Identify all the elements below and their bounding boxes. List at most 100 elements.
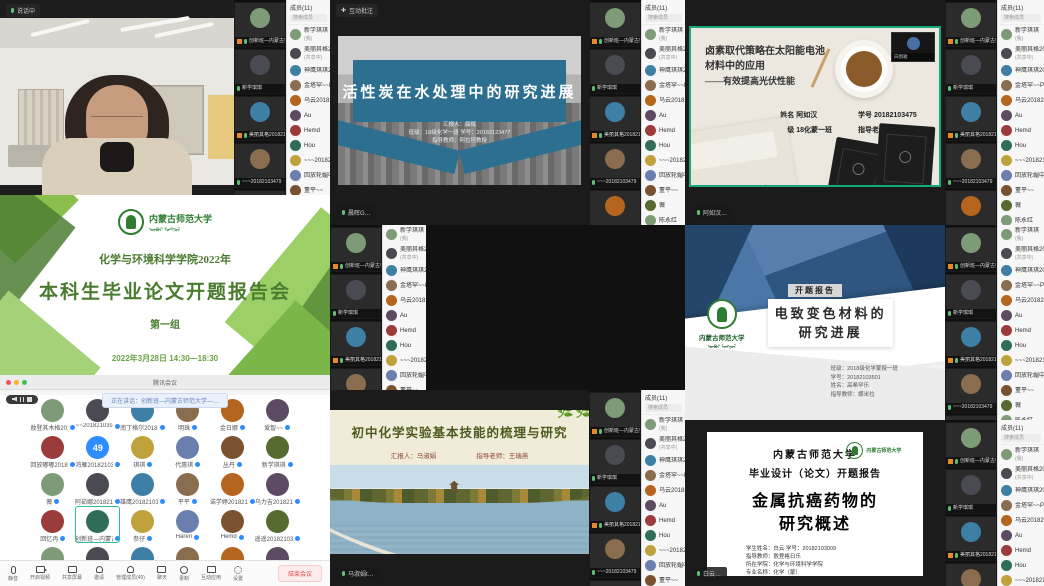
participant-row[interactable]: 新学琪琪 (我) [287,25,330,44]
filmstrip-video-tile[interactable]: ~~~20182103479 [589,143,641,188]
participant-row[interactable]: Au [998,108,1044,123]
filmstrip-video-tile[interactable]: 新学琪琪 [945,49,997,94]
search-input[interactable]: 搜索成员 [645,404,682,412]
presenter-video-thumbnail[interactable]: 白图雅 [891,32,935,62]
toolbar-button[interactable]: 共享屏幕 [62,566,82,582]
gallery-participant[interactable]: 阿学琪201821.. [120,543,165,560]
filmstrip-video-tile[interactable]: 创新班—内蒙古师范大学-… [234,2,286,47]
participant-row[interactable]: ~~~201821 [998,153,1044,168]
toolbar-button[interactable]: 邀请 [94,566,104,582]
participant-row[interactable]: ~~~201821 [642,153,685,168]
filmstrip-video-tile[interactable]: ~~~20182103479 [234,143,286,188]
participant-row[interactable]: Hemd [642,513,685,528]
participant-row[interactable]: 神鹰琪琪201 [998,263,1044,278]
participant-row[interactable]: 乌云2018210 [998,293,1044,308]
participant-row[interactable]: 陈永红 [642,213,685,225]
filmstrip-video-tile[interactable]: ~~~20182103479 [945,143,997,188]
participant-row[interactable]: 陈永红 [998,413,1044,420]
gallery-participant[interactable]: 稀木极201821.. [75,543,120,560]
participant-row[interactable]: ~~~201821 [642,543,685,558]
participant-row[interactable]: 神鹰琪琪201 [998,483,1044,498]
participant-row[interactable]: 陈永红 [998,213,1044,225]
participant-row[interactable]: 新学琪琪 (我) [383,225,426,244]
shared-screen[interactable]: 卤素取代策略在太阳能电池 材料中的应用 ——有效提高光伏性能 姓名 阿如汉 学号… [685,0,945,225]
participant-row[interactable]: 金塔罕~~Pig [998,278,1044,293]
end-meeting-button[interactable]: 结束会议 [278,565,322,582]
participant-row[interactable]: Hou [642,138,685,153]
participant-row[interactable]: 美丽其格201821 (共享中) [998,244,1044,263]
search-input[interactable]: 搜索成员 [645,14,682,22]
filmstrip-video-tile[interactable]: 新学琪琪 [234,49,286,94]
gallery-participant[interactable]: Au [210,543,255,560]
search-input[interactable]: 搜索成员 [1001,434,1041,442]
toolbar-button[interactable]: 静音 [8,566,18,582]
participant-row[interactable]: 乌云2018210 [998,93,1044,108]
participant-row[interactable]: 回放轮媚中 [383,368,426,383]
participant-row[interactable]: 美丽其格201821 (共享中) [998,464,1044,483]
filmstrip-video-tile[interactable]: ~~~20182103479 [330,368,382,390]
participant-row[interactable]: 董平~~ [642,573,685,586]
participant-row[interactable]: 金塔罕~~Pig [998,498,1044,513]
participant-row[interactable]: 回放轮媚中 [642,558,685,573]
participant-row[interactable]: Au [383,308,426,323]
participant-row[interactable]: Au [287,108,330,123]
gallery-participant[interactable]: 陈永红 [30,543,75,560]
participant-row[interactable]: 乌云2018210 [383,293,426,308]
participant-row[interactable]: ~~~201821 [287,153,330,168]
participant-row[interactable]: 金塔罕~~Pig [383,278,426,293]
participant-row[interactable]: 董平~~ [998,383,1044,398]
participant-row[interactable]: 乌云2018210 [642,93,685,108]
participant-row[interactable]: Hou [998,338,1044,353]
participant-row[interactable]: ~~~201821 [383,353,426,368]
gallery-participant[interactable]: Hemd [210,506,255,543]
filmstrip-video-tile[interactable]: 明珠 [589,190,641,225]
gallery-participant[interactable]: 丛丹 [210,432,255,469]
filmstrip-video-tile[interactable]: 美丽其格2018210347… [945,96,997,141]
gallery-participant[interactable]: 朝鲁20182103.. [255,543,300,560]
toolbar-button[interactable]: 互动应用 [201,566,221,582]
participant-row[interactable]: 回放轮媚中 [287,168,330,183]
participant-row[interactable]: 回放轮媚中 [998,168,1044,183]
shared-screen[interactable]: 内蒙古师范大学 ᠥᠪᠥᠷ ᠮᠣᠩᠭᠣᠯ 开题报告 电致变色材料的 研究进展 班级… [685,225,945,420]
annotation-tool-chip[interactable]: ✚互动批注 [336,4,378,17]
participant-row[interactable]: ~~~201821 [998,573,1044,586]
toolbar-button[interactable]: 设置 [233,566,243,582]
filmstrip-video-tile[interactable]: 美丽其格2018210347… [330,321,382,366]
shared-screen[interactable]: ✚互动批注 活性炭在水处理中的研究进展 汇报人：晨晖 班级：18级化学一班 学号… [330,0,589,225]
filmstrip-video-tile[interactable]: 创新班—内蒙古师范大学-… [330,227,382,272]
participant-row[interactable]: 新学琪琪 (我) [642,25,685,44]
participant-row[interactable]: 美丽其格201821 (共享中) [287,44,330,63]
gallery-participant[interactable]: 创新班—内蒙古.. [75,506,120,543]
toolbar-button[interactable]: 聊天 [157,566,167,582]
participant-row[interactable]: Au [642,108,685,123]
participant-row[interactable]: 金塔罕~~Pig [642,78,685,93]
gallery-participant[interactable]: 诺学婷201821.. [210,469,255,506]
participant-row[interactable]: 神鹰琪琪201 [998,63,1044,78]
filmstrip-video-tile[interactable]: ~~~20182103479 [945,563,997,586]
participant-row[interactable]: Au [642,498,685,513]
filmstrip-video-tile[interactable]: 创新班—内蒙古师范大学-… [945,2,997,47]
participant-row[interactable]: 新学琪琪 (我) [998,25,1044,44]
participant-row[interactable]: Hemd [642,123,685,138]
participant-row[interactable]: ~~~201821 [998,353,1044,368]
audio-control-pill[interactable] [6,395,38,404]
participant-row[interactable]: 乌云2018210 [642,483,685,498]
gallery-participant[interactable]: 回放嘟嘟201821 [30,432,75,469]
filmstrip-video-tile[interactable]: 新学琪琪 [330,274,382,319]
search-input[interactable]: 搜索成员 [1001,14,1041,22]
gallery-participant[interactable]: 回忆冉 [30,506,75,543]
participant-row[interactable]: 薇 [642,198,685,213]
filmstrip-video-tile[interactable]: 明珠 [945,190,997,225]
participant-row[interactable]: 金塔罕~~Pig [287,78,330,93]
participant-row[interactable]: 董平~~ [287,183,330,195]
participant-row[interactable]: Hou [383,338,426,353]
gallery-participant[interactable]: 遥遥20182103.. [255,506,300,543]
gallery-participant[interactable]: 平平 [165,469,210,506]
toolbar-button[interactable]: 管理成员(49) [116,566,145,582]
participant-row[interactable]: 回放轮媚中 [642,168,685,183]
filmstrip-video-tile[interactable]: 明珠 [589,580,641,586]
toolbar-button[interactable]: 开启视频 [30,566,50,582]
gallery-participant[interactable]: 薇 [30,469,75,506]
shared-screen[interactable]: 内蒙古师范大学 内蒙古师范大学 毕业设计（论文）开题报告 金属抗癌药物的 研究概… [685,420,945,586]
participant-row[interactable]: 美丽其格201821 (共享中) [998,44,1044,63]
